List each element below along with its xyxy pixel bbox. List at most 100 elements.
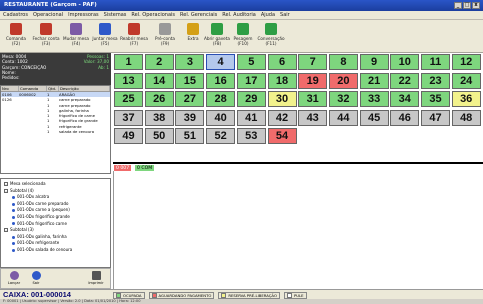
table-tile-54[interactable]: 54 [267,128,297,144]
table-tile-15[interactable]: 15 [175,72,205,89]
table-tile-22[interactable]: 22 [390,72,420,89]
table-tile-34[interactable]: 34 [390,91,420,107]
tree-node[interactable]: 001-0Dx salada de cenoura [3,247,108,254]
table-tile-31[interactable]: 31 [298,91,328,107]
tree-node[interactable]: 001-0Dx frigorífico grande [3,214,108,221]
imprimir-button[interactable]: Imprimir [87,271,105,288]
menu-rel-operacionais[interactable]: Rel. Operacionais [131,12,175,18]
table-tile-13[interactable]: 13 [114,72,143,89]
menu-ajuda[interactable]: Ajuda [261,12,275,18]
table-tile-46[interactable]: 46 [390,109,420,126]
menu-rel-gerenciais[interactable]: Rel. Gerenciais [180,12,217,18]
table-tile-12[interactable]: 12 [451,54,481,70]
table-tile-47[interactable]: 47 [421,109,450,126]
table-tile-2[interactable]: 2 [144,54,174,70]
table-tile-36[interactable]: 36 [451,91,481,107]
table-tile-40[interactable]: 40 [206,109,236,126]
maximize-button[interactable]: □ [463,2,471,9]
tree-node[interactable]: 001-0Dx refrigerante [3,240,108,247]
table-tile-35[interactable]: 35 [421,91,450,107]
table-tile-4[interactable]: 4 [206,54,236,70]
tool-button-7[interactable]: Abrir gaveta (F8) [203,22,231,51]
tool-button-2[interactable]: Mudar mesa (F4) [62,22,90,51]
col-comanda[interactable]: Comanda [19,86,47,91]
menu-rel-auditoria[interactable]: Rel. Auditoria [222,12,256,18]
expand-icon[interactable]: - [4,182,8,187]
table-tile-3[interactable]: 3 [175,54,205,70]
tool-button-8[interactable]: Pesagem (F10) [229,22,257,51]
table-tile-24[interactable]: 24 [451,72,481,89]
table-tile-28[interactable]: 28 [206,91,236,107]
tree-node[interactable]: 001-0Dx frigorífico carne [3,221,108,228]
open-orders-strip: 0 007 0 COM [113,162,483,173]
sair-button[interactable]: Sair [27,271,45,288]
col-qtd[interactable]: Qtd. [47,86,59,91]
lancar-button[interactable]: Lançar [5,271,23,288]
col-descricao[interactable]: Descrição [59,86,110,91]
window-title-bar: RESTAURANTE (Garçom - PAF) _ □ x [0,0,483,11]
tree-node[interactable]: 001-0Dx carne a (pequen) [3,207,108,214]
tool-button-5[interactable]: Pré-conta (F9) [151,22,179,51]
table-row[interactable]: 1 salada de cenoura [1,129,110,134]
table-tile-44[interactable]: 44 [328,109,358,126]
tree-node[interactable]: - Subtotal (4) [3,188,108,195]
table-tile-6[interactable]: 6 [267,54,297,70]
table-tile-17[interactable]: 17 [236,72,266,89]
table-tile-9[interactable]: 9 [359,54,389,70]
tool-button-3[interactable]: Juntar mesa (F5) [91,22,119,51]
close-button[interactable]: x [472,2,480,9]
table-tile-26[interactable]: 26 [144,91,174,107]
menu-bar: Cadastros Operacional Impressoras Sistem… [0,11,483,20]
table-tile-23[interactable]: 23 [421,72,450,89]
table-tile-45[interactable]: 45 [359,109,389,126]
tree-node[interactable]: 001-0Dx alcatra [3,194,108,201]
table-tile-25[interactable]: 25 [114,91,143,107]
col-nro[interactable]: Nro [1,86,19,91]
table-tile-48[interactable]: 48 [451,109,481,126]
table-tile-29[interactable]: 29 [236,91,266,107]
table-tile-52[interactable]: 52 [206,128,236,144]
menu-operacional[interactable]: Operacional [33,12,63,18]
table-tile-41[interactable]: 41 [236,109,266,126]
table-tile-7[interactable]: 7 [298,54,328,70]
menu-sair[interactable]: Sair [280,12,290,18]
table-tile-21[interactable]: 21 [359,72,389,89]
expand-icon[interactable]: - [4,228,8,233]
table-tile-43[interactable]: 43 [298,109,328,126]
table-tile-5[interactable]: 5 [236,54,266,70]
minimize-button[interactable]: _ [454,2,462,9]
table-tile-27[interactable]: 27 [175,91,205,107]
tree-node[interactable]: 001-0Dx carne preparado [3,201,108,208]
table-tile-49[interactable]: 49 [114,128,143,144]
menu-cadastros[interactable]: Cadastros [3,12,28,18]
tool-button-9[interactable]: Conversação (F11) [257,22,285,51]
table-tile-19[interactable]: 19 [298,72,328,89]
table-tile-51[interactable]: 51 [175,128,205,144]
table-tile-20[interactable]: 20 [328,72,358,89]
table-tile-10[interactable]: 10 [390,54,420,70]
tree-node[interactable]: - Mesa selecionada [3,181,108,188]
menu-sistemas[interactable]: Sistemas [104,12,127,18]
table-tile-53[interactable]: 53 [236,128,266,144]
table-tile-38[interactable]: 38 [144,109,174,126]
tool-button-0[interactable]: Comanda (F2) [2,22,30,51]
table-tile-8[interactable]: 8 [328,54,358,70]
tool-button-1[interactable]: Fechar conta (F3) [32,22,60,51]
table-tile-39[interactable]: 39 [175,109,205,126]
table-tile-30[interactable]: 30 [267,91,297,107]
menu-impressoras[interactable]: Impressoras [68,12,99,18]
table-tile-50[interactable]: 50 [144,128,174,144]
tool-button-4[interactable]: Reabrir mesa (F7) [120,22,148,51]
table-tile-16[interactable]: 16 [206,72,236,89]
table-tile-33[interactable]: 33 [359,91,389,107]
tree-node[interactable]: - Subtotal (3) [3,227,108,234]
tree-node[interactable]: 001-0Dx galinha, farinha [3,234,108,241]
table-tile-14[interactable]: 14 [144,72,174,89]
table-tile-37[interactable]: 37 [114,109,143,126]
table-tile-18[interactable]: 18 [267,72,297,89]
table-tile-32[interactable]: 32 [328,91,358,107]
table-tile-42[interactable]: 42 [267,109,297,126]
table-tile-11[interactable]: 11 [421,54,450,70]
expand-icon[interactable]: - [4,188,8,193]
table-tile-1[interactable]: 1 [114,54,143,70]
